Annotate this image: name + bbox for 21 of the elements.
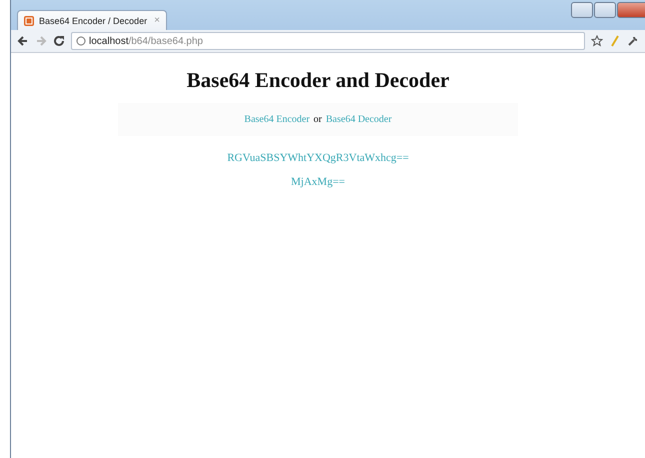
wrench-icon[interactable]: [627, 35, 639, 47]
nav-link[interactable]: Base64 Encoder: [244, 114, 310, 125]
url-host: localhost: [89, 36, 128, 46]
maximize-button[interactable]: [594, 2, 616, 18]
browser-tab[interactable]: Base64 Encoder / Decoder ×: [17, 10, 167, 30]
url-path: /b64/base64.php: [128, 36, 203, 46]
address-field[interactable]: localhost/b64/base64.php: [71, 32, 585, 50]
nav-separator-text: or: [314, 114, 322, 125]
page-heading: Base64 Encoder and Decoder: [186, 68, 450, 93]
favicon-icon: [24, 16, 34, 26]
close-button[interactable]: [617, 2, 645, 18]
star-icon[interactable]: [591, 35, 603, 47]
reload-icon[interactable]: [53, 35, 65, 47]
encoded-result: MjAxMg==: [291, 176, 345, 188]
nav-link[interactable]: Base64 Decoder: [326, 114, 392, 125]
encoded-result: RGVuaSBSYWhtYXQgR3VtaWxhcg==: [227, 152, 409, 164]
back-icon[interactable]: [17, 35, 29, 47]
tab-close-button[interactable]: ×: [154, 15, 160, 26]
tab-title: Base64 Encoder / Decoder: [39, 16, 148, 26]
minimize-button[interactable]: [571, 2, 593, 18]
pencil-icon[interactable]: [609, 35, 621, 47]
